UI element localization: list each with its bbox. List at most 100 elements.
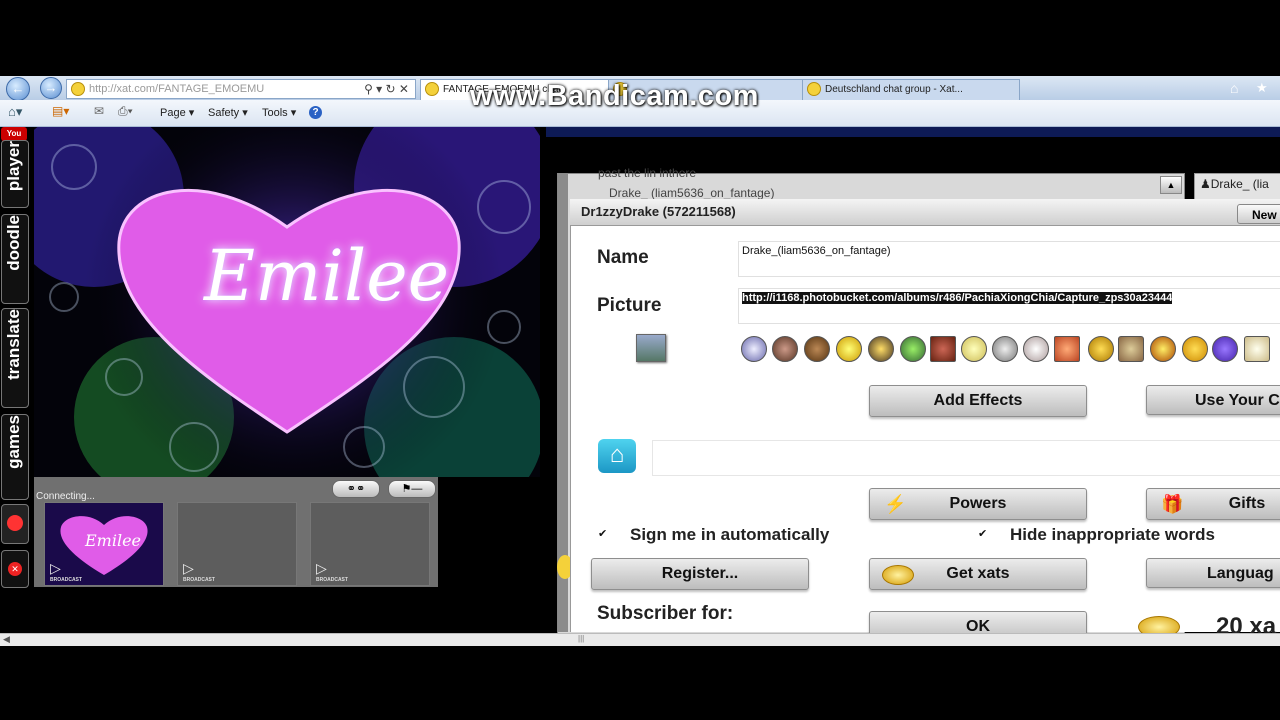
user-list-item[interactable]: ♟Drake_ (lia bbox=[1200, 177, 1269, 191]
user-list-name: Drake_ (lia bbox=[1210, 177, 1269, 191]
bart-avatar-icon[interactable] bbox=[1182, 336, 1208, 362]
chat-message-2: Drake_ (liam5636_on_fantage) bbox=[609, 186, 775, 200]
group-banner: Emilee bbox=[34, 127, 540, 477]
youtube-logo: You Tube bbox=[1, 127, 27, 152]
tab-deutschland[interactable]: Deutschland chat group - Xat... bbox=[802, 79, 1020, 100]
tab-favicon-icon bbox=[807, 82, 821, 97]
purple-creature-avatar-icon[interactable] bbox=[1212, 336, 1238, 362]
register-button[interactable]: Register... bbox=[591, 558, 809, 590]
menu-safety[interactable]: Safety ▾ bbox=[208, 104, 248, 122]
games-label: games bbox=[4, 415, 23, 469]
paper-avatar-icon[interactable] bbox=[1244, 336, 1270, 362]
scroll-thumb-grip[interactable]: ||| bbox=[578, 634, 584, 643]
gift-icon: 🎁 bbox=[1161, 494, 1184, 514]
xat-favicon-icon bbox=[71, 82, 85, 97]
user-icon: ♟ bbox=[1200, 177, 1211, 191]
new-button[interactable]: New bbox=[1237, 204, 1280, 224]
favorites-star-icon[interactable]: ★ bbox=[1256, 80, 1268, 96]
use-your-own-button[interactable]: Use Your C bbox=[1146, 385, 1280, 415]
dialog-title: Dr1zzyDrake (572211568) bbox=[581, 204, 736, 219]
face-avatar-icon[interactable] bbox=[772, 336, 798, 362]
girl-avatar-icon[interactable] bbox=[1054, 336, 1080, 362]
print-icon[interactable]: ⎙▾ bbox=[118, 104, 133, 119]
blonde-avatar-icon[interactable] bbox=[961, 336, 987, 362]
key-icon[interactable]: ⚑— bbox=[388, 480, 436, 498]
close-icon: ✕ bbox=[8, 562, 22, 576]
coins-icon bbox=[882, 565, 914, 585]
forward-button[interactable]: → bbox=[40, 77, 62, 99]
santa-avatar-icon[interactable] bbox=[1150, 336, 1176, 362]
sign-in-label: Sign me in automatically bbox=[630, 525, 830, 544]
broadcast-play-icon-1[interactable]: ▷ BROADCAST bbox=[50, 560, 82, 583]
clock-avatar-icon[interactable] bbox=[741, 336, 767, 362]
menu-safety-label: Safety bbox=[208, 107, 240, 119]
translate-app-button[interactable]: translate bbox=[1, 308, 29, 408]
broadcast-play-icon-2[interactable]: ▷ BROADCAST bbox=[183, 560, 215, 583]
monkey-avatar-icon[interactable] bbox=[804, 336, 830, 362]
address-text: http://xat.com/FANTAGE_EMOEMU bbox=[89, 83, 265, 95]
avatar[interactable] bbox=[636, 334, 666, 362]
link-icon[interactable]: ⚭⚭ bbox=[332, 480, 380, 498]
horizontal-scrollbar[interactable]: ◀ ||| bbox=[0, 633, 1280, 646]
close-app-button[interactable]: ✕ bbox=[1, 550, 29, 588]
tab-favicon-icon bbox=[425, 82, 439, 97]
smilies-app-button[interactable] bbox=[1, 504, 29, 544]
mail-icon[interactable]: ✉ bbox=[94, 104, 104, 118]
powers-label: Powers bbox=[949, 495, 1007, 512]
homepage-icon[interactable]: ⌂ bbox=[598, 439, 636, 473]
sign-in-checkbox[interactable]: ✔ bbox=[598, 529, 608, 540]
chat-scroll-up-button[interactable]: ▲ bbox=[1160, 176, 1182, 194]
banner-name: Emilee bbox=[204, 235, 450, 317]
gnome-avatar-icon[interactable] bbox=[900, 336, 926, 362]
menu-tools-label: Tools bbox=[262, 107, 288, 119]
name-field[interactable]: Drake_(liam5636_on_fantage) bbox=[738, 241, 1280, 277]
translate-label: translate bbox=[4, 309, 23, 380]
back-button[interactable]: ← bbox=[6, 77, 30, 101]
address-bar[interactable]: http://xat.com/FANTAGE_EMOEMU ⚲ ▾ ↻ ✕ bbox=[66, 79, 416, 99]
get-xats-button[interactable]: Get xats bbox=[869, 558, 1087, 590]
subscriber-label: Subscriber for: bbox=[597, 603, 734, 624]
menu-page[interactable]: Page ▾ bbox=[160, 104, 194, 122]
picture-url-field[interactable]: http://i1168.photobucket.com/albums/r486… bbox=[738, 288, 1280, 324]
add-effects-button[interactable]: Add Effects bbox=[869, 385, 1087, 417]
home-page-icon[interactable]: ⌂▾ bbox=[8, 104, 22, 120]
scroll-avatar-icon[interactable] bbox=[1118, 336, 1144, 362]
picture-url-value: http://i1168.photobucket.com/albums/r486… bbox=[742, 292, 1173, 304]
games-app-button[interactable]: games bbox=[1, 414, 29, 500]
homepage-field[interactable] bbox=[652, 440, 1280, 476]
player-app-button[interactable]: player bbox=[1, 140, 29, 208]
scroll-left-icon[interactable]: ◀ bbox=[3, 634, 10, 645]
smilies-icon bbox=[7, 515, 23, 531]
menu-page-label: Page bbox=[160, 107, 186, 119]
doodle-app-button[interactable]: doodle bbox=[1, 214, 29, 304]
smiley-avatar-icon[interactable] bbox=[836, 336, 862, 362]
bandicam-watermark: www.Bandicam.com bbox=[470, 80, 759, 112]
hat-avatar-icon[interactable] bbox=[868, 336, 894, 362]
gifts-label: Gifts bbox=[1228, 495, 1266, 512]
hide-words-checkbox[interactable]: ✔ bbox=[978, 529, 988, 540]
powers-button[interactable]: ⚡ Powers bbox=[869, 488, 1087, 520]
broadcast-label: BROADCAST bbox=[50, 577, 82, 583]
search-refresh-close-icons[interactable]: ⚲ ▾ ↻ ✕ bbox=[364, 80, 409, 98]
menu-tools[interactable]: Tools ▾ bbox=[262, 104, 296, 122]
chat-message-1: past the lin inthere bbox=[598, 166, 697, 180]
language-button[interactable]: Languag bbox=[1146, 558, 1280, 588]
lightning-icon: ⚡ bbox=[884, 494, 907, 514]
yellow-avatar-icon[interactable] bbox=[1088, 336, 1114, 362]
feeds-icon[interactable]: ▤▾ bbox=[52, 104, 69, 118]
broadcast-play-icon-3[interactable]: ▷ BROADCAST bbox=[316, 560, 348, 583]
player-label: player bbox=[4, 141, 23, 192]
name-label: Name bbox=[597, 247, 649, 268]
help-icon[interactable]: ? bbox=[309, 106, 322, 119]
home-icon[interactable]: ⌂ bbox=[1230, 80, 1238, 96]
wolf-avatar-icon[interactable] bbox=[992, 336, 1018, 362]
doodle-label: doodle bbox=[4, 215, 23, 271]
tab-label: Deutschland chat group - Xat... bbox=[825, 84, 963, 95]
broadcast-label: BROADCAST bbox=[183, 577, 215, 583]
hide-words-label: Hide inappropriate words bbox=[1010, 525, 1215, 544]
get-xats-label: Get xats bbox=[946, 565, 1010, 582]
cat-avatar-icon[interactable] bbox=[1023, 336, 1049, 362]
picture-label: Picture bbox=[597, 295, 662, 316]
creature-avatar-icon[interactable] bbox=[930, 336, 956, 362]
gifts-button[interactable]: 🎁 Gifts bbox=[1146, 488, 1280, 520]
